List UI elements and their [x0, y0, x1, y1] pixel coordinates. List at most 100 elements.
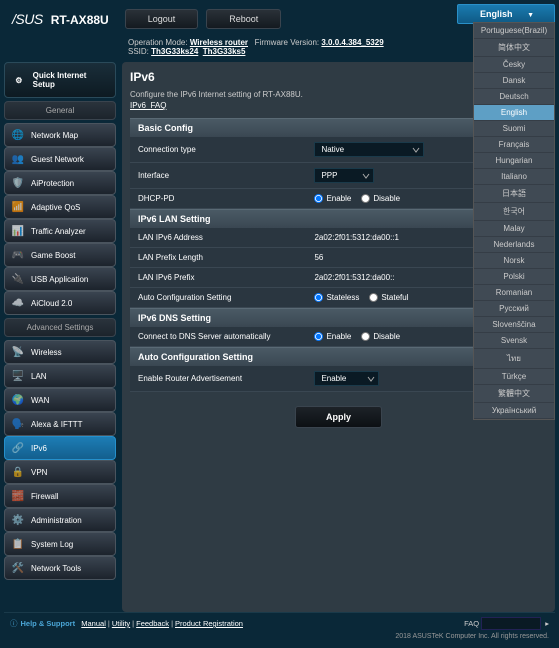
sidebar-item-lan[interactable]: 🖥️ LAN: [4, 364, 116, 388]
sidebar-item-alexa-ifttt[interactable]: 🗣️Alexa & IFTTT: [4, 412, 116, 436]
sidebar-item-label: Guest Network: [31, 155, 84, 164]
router-adv-select[interactable]: Enable: [314, 371, 379, 386]
sidebar-icon: 🔌: [11, 273, 25, 285]
sidebar-item-label: Alexa & IFTTT: [31, 420, 83, 429]
copyright: 2018 ASUSTeK Computer Inc. All rights re…: [10, 633, 549, 640]
language-button[interactable]: English ▼: [457, 4, 555, 24]
faq-search-input[interactable]: [481, 617, 541, 630]
sidebar-icon: 🛠️: [11, 562, 25, 574]
firmware-link[interactable]: 3.0.0.4.384_5329: [321, 38, 383, 47]
language-option[interactable]: Portuguese(Brazil): [474, 23, 554, 39]
gear-icon: ⚙: [11, 73, 27, 87]
sidebar-item-label: IPv6: [31, 444, 47, 453]
sidebar-item-ipv6[interactable]: 🔗IPv6: [4, 436, 116, 460]
language-option[interactable]: 繁體中文: [474, 385, 554, 403]
sidebar-item-usb-application[interactable]: 🔌 USB Application: [4, 267, 116, 291]
sidebar-item-vpn[interactable]: 🔒 VPN: [4, 460, 116, 484]
sidebar-icon: 📋: [11, 538, 25, 550]
sidebar-item-label: Wireless: [31, 348, 62, 357]
sidebar-item-system-log[interactable]: 📋 System Log: [4, 532, 116, 556]
ssid2-link[interactable]: Th3G33ks5: [203, 47, 246, 56]
language-option[interactable]: Hungarian: [474, 153, 554, 169]
language-option[interactable]: ไทย: [474, 349, 554, 369]
quick-setup-button[interactable]: ⚙ Quick Internet Setup: [4, 62, 116, 98]
sidebar-icon: 🖥️: [11, 370, 25, 382]
sidebar-icon: 🔒: [11, 466, 25, 478]
language-option[interactable]: Polski: [474, 269, 554, 285]
footer: ⓘ Help & Support Manual | Utility | Feed…: [4, 612, 555, 644]
sidebar-icon: ☁️: [11, 297, 25, 309]
language-option[interactable]: Русский: [474, 301, 554, 317]
auto-cfg-stateful[interactable]: Stateful: [369, 293, 408, 302]
language-option[interactable]: 日本語: [474, 185, 554, 203]
sidebar-icon: 🌐: [11, 129, 25, 141]
auto-cfg-stateless[interactable]: Stateless: [314, 293, 359, 302]
sidebar-item-label: WAN: [31, 396, 49, 405]
help-icon: ⓘ: [10, 618, 18, 629]
sidebar-header-advanced: Advanced Settings: [4, 318, 116, 337]
sidebar-item-network-tools[interactable]: 🛠️ Network Tools: [4, 556, 116, 580]
language-option[interactable]: 简体中文: [474, 39, 554, 57]
language-option[interactable]: Deutsch: [474, 89, 554, 105]
sidebar-item-label: Firewall: [31, 492, 59, 501]
sidebar-icon: 🛡️: [11, 177, 25, 189]
language-option[interactable]: Malay: [474, 221, 554, 237]
utility-link[interactable]: Utility: [112, 619, 130, 628]
dns-disable[interactable]: Disable: [361, 332, 400, 341]
sidebar-item-label: LAN: [31, 372, 47, 381]
sidebar-item-label: VPN: [31, 468, 47, 477]
sidebar-item-label: Adaptive QoS: [31, 203, 80, 212]
language-option[interactable]: Norsk: [474, 253, 554, 269]
connection-type-select[interactable]: Native: [314, 142, 424, 157]
dns-enable[interactable]: Enable: [314, 332, 351, 341]
dhcp-pd-enable[interactable]: Enable: [314, 194, 351, 203]
sidebar-item-aiprotection[interactable]: 🛡️AiProtection: [4, 171, 116, 195]
language-option[interactable]: Український: [474, 403, 554, 419]
ssid1-link[interactable]: Th3G33ks24: [151, 47, 198, 56]
sidebar-item-game-boost[interactable]: 🎮Game Boost: [4, 243, 116, 267]
sidebar-icon: 🌍: [11, 394, 25, 406]
sidebar-item-aicloud-2-0[interactable]: ☁️ AiCloud 2.0: [4, 291, 116, 315]
language-option[interactable]: Romanian: [474, 285, 554, 301]
language-option[interactable]: Français: [474, 137, 554, 153]
sidebar-item-label: USB Application: [31, 275, 88, 284]
sidebar-item-label: AiCloud 2.0: [31, 299, 72, 308]
language-option[interactable]: Svensk: [474, 333, 554, 349]
sidebar-item-administration[interactable]: ⚙️Administration: [4, 508, 116, 532]
reboot-button[interactable]: Reboot: [206, 9, 281, 29]
language-option[interactable]: Dansk: [474, 73, 554, 89]
sidebar-item-label: Game Boost: [31, 251, 75, 260]
sidebar-item-traffic-analyzer[interactable]: 📊Traffic Analyzer: [4, 219, 116, 243]
sidebar-item-network-map[interactable]: 🌐 Network Map: [4, 123, 116, 147]
interface-select[interactable]: PPP: [314, 168, 374, 183]
language-option[interactable]: Nederlands: [474, 237, 554, 253]
sidebar-icon: ⚙️: [11, 514, 25, 526]
language-option[interactable]: 한국어: [474, 203, 554, 221]
op-mode-link[interactable]: Wireless router: [190, 38, 248, 47]
language-option[interactable]: Suomi: [474, 121, 554, 137]
product-reg-link[interactable]: Product Registration: [175, 619, 243, 628]
sidebar-item-wireless[interactable]: 📡 Wireless: [4, 340, 116, 364]
sidebar-item-guest-network[interactable]: 👥Guest Network: [4, 147, 116, 171]
help-support-link[interactable]: Help & Support: [21, 619, 76, 628]
sidebar-item-adaptive-qos[interactable]: 📶Adaptive QoS: [4, 195, 116, 219]
sidebar-item-label: System Log: [31, 540, 73, 549]
logout-button[interactable]: Logout: [125, 9, 199, 29]
manual-link[interactable]: Manual: [81, 619, 106, 628]
language-option[interactable]: Slovenščina: [474, 317, 554, 333]
sidebar-item-wan[interactable]: 🌍 WAN: [4, 388, 116, 412]
dhcp-pd-disable[interactable]: Disable: [361, 194, 400, 203]
asus-logo: /SUS: [12, 11, 43, 27]
sidebar-item-label: Network Map: [31, 131, 78, 140]
language-option[interactable]: Česky: [474, 57, 554, 73]
sidebar-icon: 📡: [11, 346, 25, 358]
chevron-down-icon: ▼: [527, 12, 534, 19]
language-option[interactable]: Italiano: [474, 169, 554, 185]
sidebar-item-firewall[interactable]: 🧱Firewall: [4, 484, 116, 508]
language-option[interactable]: English: [474, 105, 554, 121]
language-option[interactable]: Türkçe: [474, 369, 554, 385]
feedback-link[interactable]: Feedback: [136, 619, 169, 628]
sidebar-item-label: Network Tools: [31, 564, 81, 573]
apply-button[interactable]: Apply: [295, 406, 382, 428]
faq-go-icon[interactable]: ▸: [545, 619, 549, 628]
